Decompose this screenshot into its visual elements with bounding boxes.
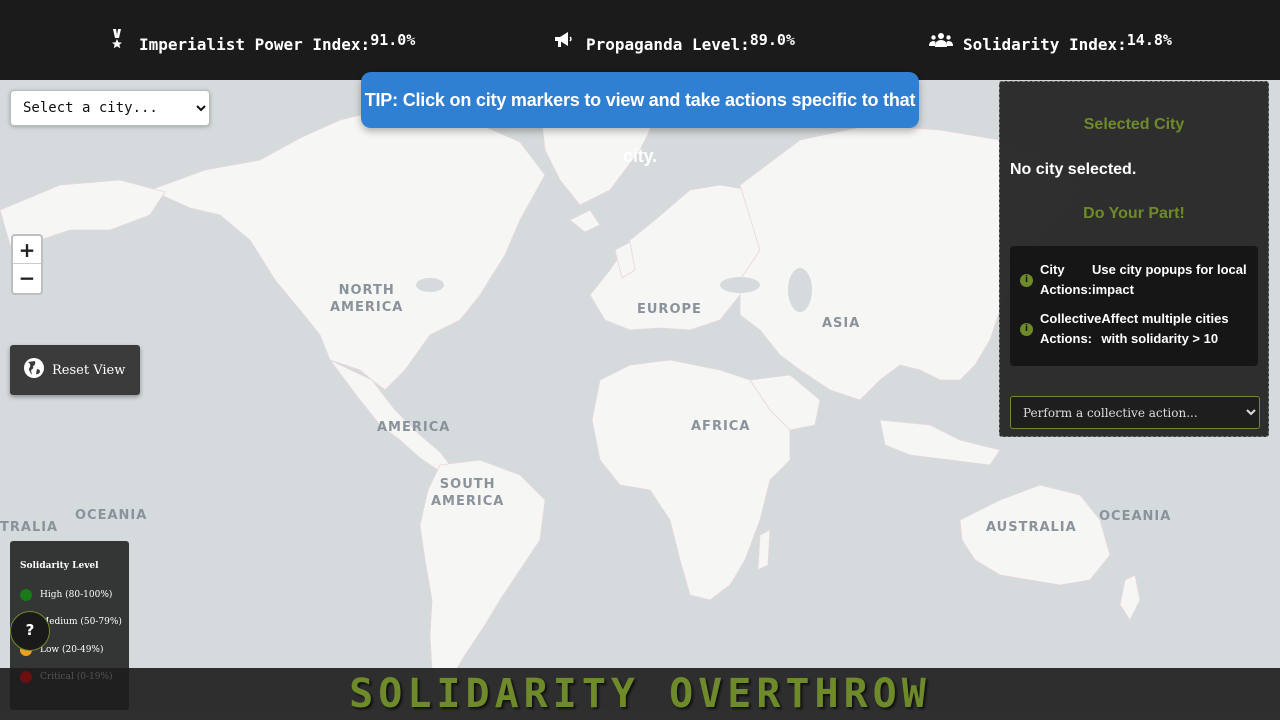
collective-actions-row: i Collective Actions: Affect multiple ci… <box>1020 309 1248 349</box>
solidarity-label: Solidarity Index: <box>963 35 1127 54</box>
legend-dot-high <box>20 588 32 601</box>
zoom-out-button[interactable]: − <box>13 264 41 292</box>
footer-bar: SOLIDARITY OVERTHROW <box>0 668 1280 720</box>
zoom-control: + − <box>11 234 43 295</box>
medal-icon <box>104 28 130 52</box>
city-panel: Selected City No city selected. Do Your … <box>999 81 1269 437</box>
no-city-text: No city selected. <box>1010 161 1137 178</box>
reset-view-button[interactable]: Reset View <box>10 345 140 395</box>
people-icon <box>928 28 954 52</box>
legend-label-high: High (80-100%) <box>40 589 113 600</box>
imperialist-power-label: Imperialist Power Index: <box>139 35 371 54</box>
label-oceania-left: OCEANIA <box>75 508 148 523</box>
legend-title: Solidarity Level <box>20 561 99 571</box>
do-your-part-heading: Do Your Part! <box>1083 205 1185 222</box>
legend-label-medium: Medium (50-79%) <box>40 617 122 628</box>
propaganda-value: 89.0% <box>749 31 795 49</box>
label-north-america: NORTH AMERICA <box>330 283 404 315</box>
tip-banner: TIP: Click on city markers to view and t… <box>361 72 919 166</box>
collective-action-select[interactable]: Perform a collective action... <box>1010 396 1260 429</box>
actions-info-box: i City Actions: Use city popups for loca… <box>1010 246 1258 366</box>
info-icon: i <box>1020 322 1033 336</box>
selected-city-heading: Selected City <box>1083 116 1185 133</box>
propaganda-label: Propaganda Level: <box>586 35 750 54</box>
collective-actions-value: Affect multiple cities with solidarity >… <box>1101 311 1229 346</box>
imperialist-power-stat: Imperialist Power Index: 91.0% <box>104 26 415 54</box>
label-america: AMERICA <box>377 420 451 435</box>
label-australia: AUSTRALIA <box>986 520 1077 535</box>
city-actions-key: City Actions: <box>1040 262 1092 297</box>
city-select[interactable]: Select a city... <box>10 90 210 126</box>
label-south-america: SOUTH AMERICA <box>431 477 505 509</box>
megaphone-icon <box>551 28 577 52</box>
globe-icon <box>23 357 45 383</box>
stats-bar: Imperialist Power Index: 91.0% Propagand… <box>0 0 1280 80</box>
label-oceania-right: OCEANIA <box>1099 509 1172 524</box>
reset-view-label: Reset View <box>52 362 126 378</box>
legend-dot-critical <box>20 671 32 684</box>
info-icon: i <box>1020 273 1033 287</box>
legend-item-high: High (80-100%) <box>20 581 129 609</box>
help-button[interactable]: ? <box>10 611 50 651</box>
legend-item-critical: Critical (0-19%) <box>20 664 129 692</box>
solidarity-stat: Solidarity Index: 14.8% <box>928 26 1172 54</box>
imperialist-power-value: 91.0% <box>370 31 416 49</box>
label-australia-edge: TRALIA <box>0 520 59 535</box>
collective-actions-key: Collective Actions: <box>1040 311 1102 346</box>
legend-label-low: Low (20-49%) <box>40 644 104 655</box>
city-actions-row: i City Actions: Use city popups for loca… <box>1020 260 1248 300</box>
city-actions-value: Use city popups for local impact <box>1092 262 1247 297</box>
propaganda-stat: Propaganda Level: 89.0% <box>551 26 795 54</box>
solidarity-value: 14.8% <box>1126 31 1172 49</box>
label-africa: AFRICA <box>691 419 751 434</box>
game-title: SOLIDARITY OVERTHROW <box>349 671 931 717</box>
zoom-in-button[interactable]: + <box>13 236 41 264</box>
label-europe: EUROPE <box>637 302 702 317</box>
label-asia: ASIA <box>822 316 861 331</box>
legend-label-critical: Critical (0-19%) <box>40 672 113 683</box>
